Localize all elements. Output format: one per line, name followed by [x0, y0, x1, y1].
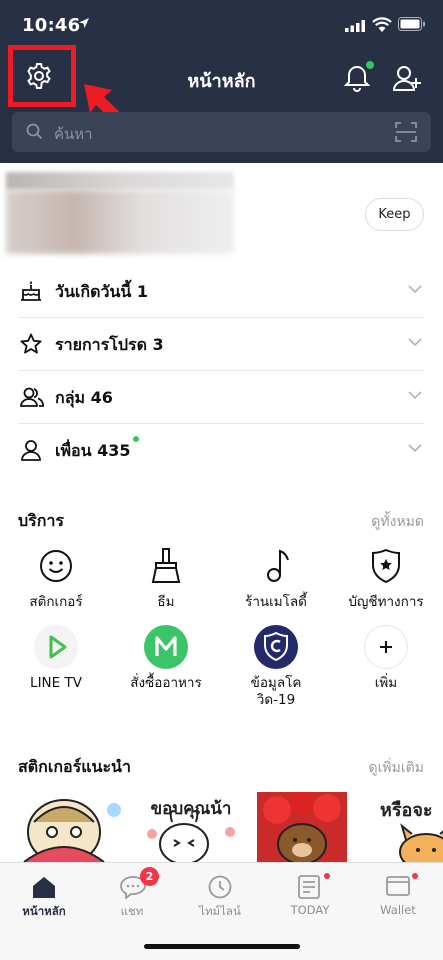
status-time: 10:46 — [22, 15, 81, 36]
news-icon — [298, 875, 320, 899]
service-label: LINE TV — [30, 675, 82, 691]
service-label: ข้อมูลโค วิด-19 — [250, 675, 302, 708]
tab-label: Wallet — [380, 903, 416, 917]
keep-button[interactable]: Keep — [365, 198, 424, 231]
service-more[interactable]: เพิ่ม — [331, 625, 441, 692]
profile-name-blurred — [6, 172, 234, 190]
service-line-tv[interactable]: LINE TV — [1, 625, 111, 692]
page-title: หน้าหลัก — [187, 71, 256, 92]
stickers-title: สติกเกอร์แนะนำ — [18, 757, 131, 776]
tab-label: หน้าหลัก — [22, 904, 66, 918]
list-item-birthday[interactable]: วันเกิดวันนี้ 1 — [18, 265, 424, 318]
home-icon — [33, 877, 55, 898]
friend-icon — [21, 440, 41, 461]
search-placeholder: ค้นหา — [54, 125, 93, 143]
star-icon — [20, 333, 42, 354]
chevron-down-icon — [408, 285, 422, 294]
new-friend-dot — [133, 436, 139, 442]
chevron-down-icon — [408, 444, 422, 453]
tab-label: TODAY — [290, 903, 330, 917]
tab-label: แชท — [120, 904, 144, 918]
sticker-baby-icon[interactable] — [14, 792, 128, 862]
covid-shield-icon — [254, 625, 298, 669]
service-label: สั่งซื้ออาหาร — [130, 675, 202, 691]
list-item-label: วันเกิดวันนี้ 1 — [55, 282, 149, 301]
cellular-signal-icon — [345, 20, 365, 32]
home-indicator — [144, 944, 300, 949]
list-item-label: กลุ่ม 46 — [55, 388, 113, 407]
service-label: ธีม — [157, 594, 175, 610]
svg-text:หรือจะ: หรือจะ — [380, 800, 433, 821]
qr-scan-icon[interactable] — [395, 122, 417, 142]
wallet-icon — [386, 876, 410, 896]
chevron-down-icon — [408, 391, 422, 400]
wifi-icon — [372, 17, 392, 32]
brush-icon — [144, 544, 188, 588]
sticker-bear-icon[interactable] — [257, 792, 371, 862]
today-new-dot — [324, 873, 330, 879]
play-icon — [34, 625, 78, 669]
chevron-down-icon — [408, 338, 422, 347]
service-label: เพิ่ม — [374, 675, 398, 691]
service-food-order[interactable]: สั่งซื้ออาหาร — [111, 625, 221, 692]
list-item-favorites[interactable]: รายการโปรด 3 — [18, 318, 424, 371]
sticker-rabbit-icon[interactable]: ขอบคุณน้า — [134, 792, 248, 862]
chat-unread-badge: 2 — [140, 867, 159, 886]
notification-dot — [366, 61, 374, 69]
service-melody[interactable]: ร้านเมโลดี้ — [221, 544, 331, 611]
tab-label: ไทม์ไลน์ — [199, 904, 241, 918]
plus-icon — [364, 625, 408, 669]
group-icon — [20, 387, 44, 407]
profile-blurred[interactable] — [6, 190, 234, 254]
list-item-friends[interactable]: เพื่อน 435 — [18, 424, 424, 477]
svg-text:ขอบคุณน้า: ขอบคุณน้า — [151, 799, 232, 819]
add-friend-icon[interactable] — [392, 64, 422, 92]
status-bar: 10:46 — [0, 0, 443, 50]
list-item-label: รายการโปรด 3 — [55, 335, 164, 354]
service-label: ร้านเมโลดี้ — [245, 594, 307, 610]
sticker-cat-icon[interactable]: หรือจะ — [376, 792, 443, 862]
smiley-icon — [34, 544, 78, 588]
music-note-icon — [254, 544, 298, 588]
search-icon — [26, 123, 43, 140]
services-see-all-link[interactable]: ดูทั้งหมด — [371, 511, 424, 533]
wallet-new-dot — [412, 873, 418, 879]
list-item-label: เพื่อน 435 — [55, 441, 131, 460]
clock-icon — [208, 875, 232, 899]
badge-star-icon — [364, 544, 408, 588]
location-arrow-icon — [79, 18, 89, 28]
service-label: สติกเกอร์ — [29, 594, 83, 610]
service-covid-info[interactable]: ข้อมูลโค วิด-19 — [221, 625, 331, 709]
battery-icon — [398, 17, 425, 31]
service-official-account[interactable]: บัญชีทางการ — [331, 544, 441, 611]
line-man-icon — [144, 625, 188, 669]
services-title: บริการ — [18, 511, 65, 530]
bell-icon[interactable] — [344, 64, 370, 92]
cake-icon — [21, 281, 41, 301]
service-stickers[interactable]: สติกเกอร์ — [1, 544, 111, 611]
stickers-see-more-link[interactable]: ดูเพิ่มเติม — [369, 757, 424, 779]
list-item-groups[interactable]: กลุ่ม 46 — [18, 371, 424, 424]
service-label: บัญชีทางการ — [348, 594, 424, 610]
search-bar[interactable]: ค้นหา — [12, 112, 431, 152]
service-themes[interactable]: ธีม — [111, 544, 221, 611]
